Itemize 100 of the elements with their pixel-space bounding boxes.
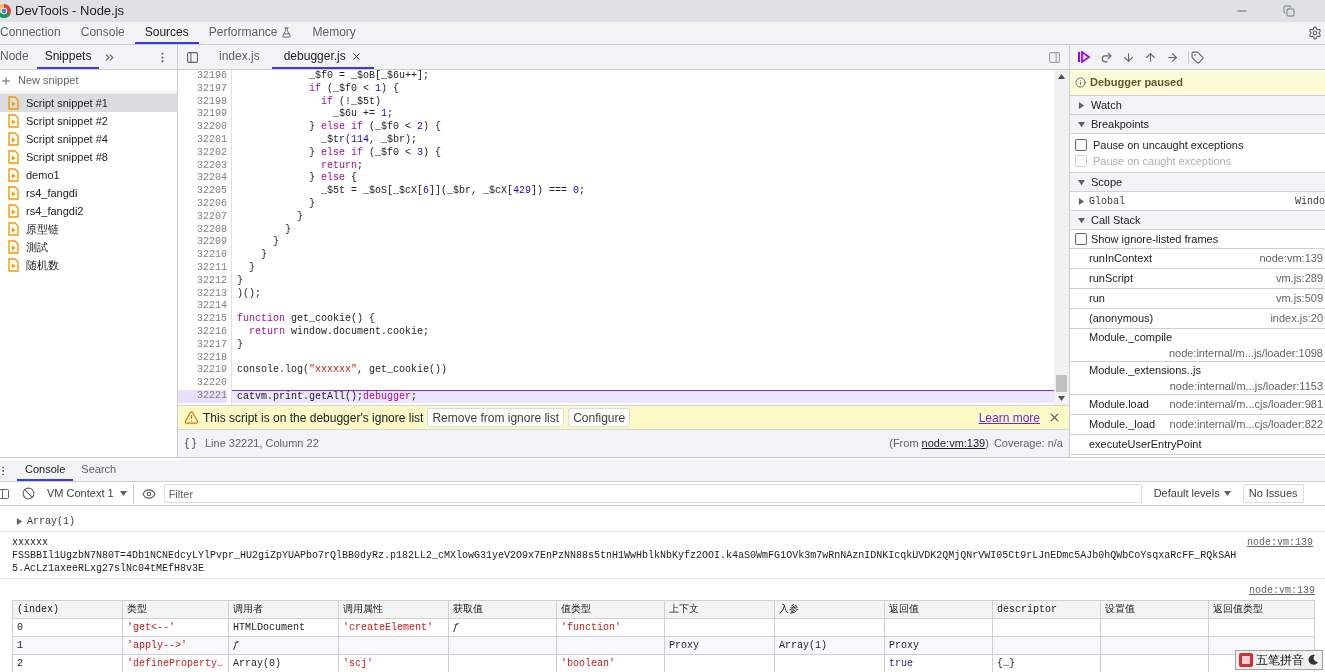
scroll-up-icon[interactable] xyxy=(1058,74,1065,79)
restore-icon[interactable] xyxy=(1283,5,1295,17)
line-number: 32216 xyxy=(196,325,227,339)
expand-icon[interactable] xyxy=(16,518,23,525)
section-header[interactable]: Scope xyxy=(1070,173,1325,192)
issues-button[interactable]: No Issues xyxy=(1242,484,1304,503)
panel-tab[interactable]: Connection xyxy=(0,22,71,44)
call-frame[interactable]: Module._load node:internal/m...cjs/loader:822 xyxy=(1070,415,1325,435)
panel-tab[interactable]: Performance xyxy=(198,22,303,44)
step-out-icon[interactable] xyxy=(1144,50,1157,64)
column-header[interactable]: descriptor xyxy=(993,601,1101,619)
filter-field[interactable]: Filter xyxy=(163,484,1142,503)
checkbox[interactable] xyxy=(1075,233,1087,245)
levels-dropdown[interactable]: Default levels xyxy=(1147,485,1237,502)
snippet-item[interactable]: Script snippet #1 xyxy=(0,94,177,112)
option-label: Pause on uncaught exceptions xyxy=(1093,137,1244,153)
snippet-item[interactable]: 随机数 xyxy=(0,256,177,274)
snippet-item[interactable]: rs4_fangdi2 xyxy=(0,202,177,220)
eye-icon[interactable] xyxy=(141,486,156,501)
drawer-tab[interactable]: Search xyxy=(73,460,125,481)
code-line: )(); xyxy=(236,287,262,301)
navigator-tab[interactable]: Snippets xyxy=(36,45,100,69)
bar-button[interactable]: Configure xyxy=(568,408,631,427)
call-frame[interactable]: runScript vm.js:289 xyxy=(1070,269,1325,289)
resume-icon[interactable] xyxy=(1078,51,1091,63)
section-header[interactable]: Call Stack xyxy=(1070,211,1325,230)
call-frame[interactable]: Module.load node:internal/m...cjs/loader:981 xyxy=(1070,395,1325,415)
snippet-item[interactable]: Script snippet #2 xyxy=(0,112,177,130)
code-line: if (!_$5t) xyxy=(320,95,383,108)
pretty-print-icon[interactable] xyxy=(184,437,197,450)
column-header[interactable]: 设置值 xyxy=(1101,601,1209,619)
code-line: } xyxy=(272,236,280,250)
column-header[interactable]: 类型 xyxy=(123,601,229,619)
panel-tab[interactable]: Memory xyxy=(302,22,366,44)
source-link[interactable]: node:vm:139 xyxy=(1247,536,1313,549)
code-line: } else if (_$f0 < 2) { xyxy=(308,121,443,134)
source-link[interactable]: node:vm:139 xyxy=(921,437,986,450)
close-icon[interactable] xyxy=(1048,411,1061,424)
column-header[interactable]: 调用者 xyxy=(229,601,339,619)
column-header[interactable]: 返回值类型 xyxy=(1209,601,1315,619)
ime-toolbar[interactable]: 五笔拼音 xyxy=(1235,650,1323,670)
file-icon xyxy=(8,150,19,164)
snippet-item[interactable]: 測試 xyxy=(0,238,177,256)
column-header[interactable]: 入参 xyxy=(775,601,885,619)
expand-icon[interactable] xyxy=(1078,197,1085,205)
file-icon xyxy=(8,240,19,254)
file-icon xyxy=(8,222,19,236)
column-header[interactable]: (index) xyxy=(13,601,123,619)
sidebar-toggle-icon[interactable] xyxy=(0,487,10,500)
step-into-icon[interactable] xyxy=(1122,50,1135,64)
settings-icon[interactable] xyxy=(1308,26,1322,40)
panel-toggle-icon[interactable] xyxy=(1048,50,1061,64)
section-header[interactable]: Breakpoints xyxy=(1070,115,1325,134)
flask-icon xyxy=(281,26,293,38)
call-frame[interactable]: executeUserEntryPoint xyxy=(1070,435,1325,455)
learn-more-link[interactable]: Learn more xyxy=(978,408,1040,427)
call-frame[interactable]: (anonymous) index.js:20 xyxy=(1070,309,1325,329)
panel-tab[interactable]: Console xyxy=(70,22,135,44)
context-dropdown[interactable]: VM Context 1 xyxy=(41,483,134,504)
triangle-icon[interactable] xyxy=(1078,101,1085,109)
snippet-item[interactable]: demo1 xyxy=(0,166,177,184)
column-header[interactable]: 返回值 xyxy=(885,601,993,619)
source-link[interactable]: node:vm:139 xyxy=(1249,583,1315,598)
line-number: 32211 xyxy=(196,261,227,275)
triangle-icon[interactable] xyxy=(1078,216,1085,224)
scroll-thumb[interactable] xyxy=(1056,375,1067,392)
scope-name[interactable]: Global xyxy=(1089,193,1125,209)
column-header[interactable]: 调用属性 xyxy=(339,601,449,619)
call-frame[interactable]: Module._compile node:internal/m...js/loader:1098 xyxy=(1070,329,1325,362)
column-header[interactable]: 获取值 xyxy=(449,601,557,619)
line-number: 32196 xyxy=(196,70,227,83)
sidebar-toggle-icon[interactable] xyxy=(186,50,199,64)
scope-value: Windo xyxy=(1295,194,1325,209)
checkbox[interactable] xyxy=(1075,139,1087,151)
column-header[interactable]: 值类型 xyxy=(557,601,665,619)
snippet-item[interactable]: rs4_fangdi xyxy=(0,184,177,202)
close-icon[interactable] xyxy=(350,50,362,62)
step-icon[interactable] xyxy=(1166,50,1179,64)
bar-button[interactable]: Remove from ignore list xyxy=(427,408,565,427)
line-number: 32198 xyxy=(196,95,227,109)
file-tab[interactable]: debugger.js xyxy=(271,45,374,69)
snippet-item[interactable]: 原型链 xyxy=(0,220,177,238)
step-over-icon[interactable] xyxy=(1100,50,1113,64)
line-number: 32203 xyxy=(196,159,227,173)
section-header[interactable]: Watch xyxy=(1070,96,1325,115)
column-header[interactable]: 上下文 xyxy=(665,601,775,619)
console-object[interactable]: Array(1) xyxy=(27,514,75,529)
scrollbar[interactable] xyxy=(1054,70,1069,405)
file-tab[interactable]: index.js xyxy=(207,45,272,69)
call-frame[interactable]: run vm.js:509 xyxy=(1070,289,1325,309)
call-frame[interactable]: runInContext node:vm:139 xyxy=(1070,249,1325,269)
drawer-tab[interactable]: Console xyxy=(17,460,74,481)
triangle-icon[interactable] xyxy=(1078,178,1085,186)
snippet-item[interactable]: Script snippet #8 xyxy=(0,148,177,166)
scroll-down-icon[interactable] xyxy=(1058,396,1065,401)
line-number: 32197 xyxy=(196,82,227,96)
clear-icon[interactable] xyxy=(22,487,35,500)
navigator-tab[interactable]: Node xyxy=(0,45,37,69)
snippet-item[interactable]: Script snippet #4 xyxy=(0,130,177,148)
triangle-icon[interactable] xyxy=(1078,120,1085,128)
